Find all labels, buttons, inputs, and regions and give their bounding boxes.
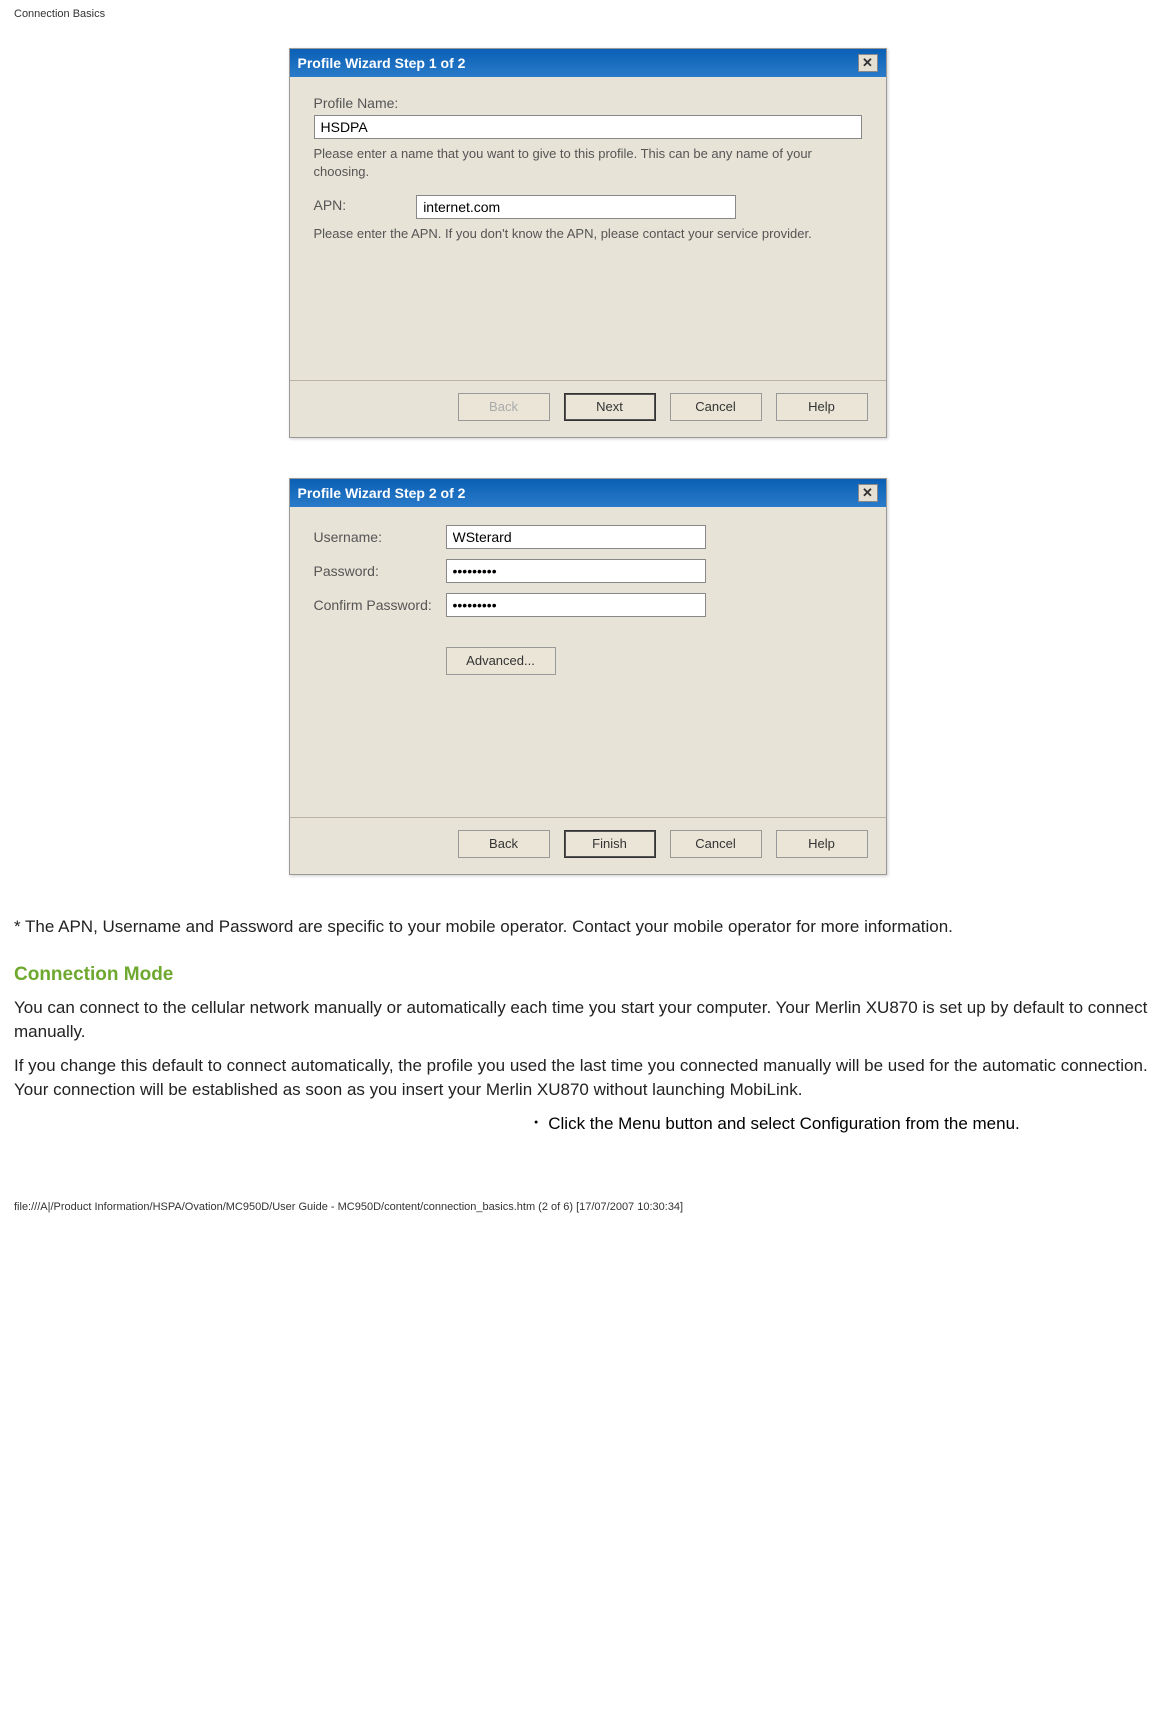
finish-button[interactable]: Finish bbox=[564, 830, 656, 858]
profile-name-hint: Please enter a name that you want to giv… bbox=[314, 145, 862, 181]
username-input[interactable] bbox=[446, 525, 706, 549]
apn-label: APN: bbox=[314, 197, 347, 213]
cancel-button[interactable]: Cancel bbox=[670, 393, 762, 421]
bullet-icon: ● bbox=[534, 1112, 538, 1136]
apn-note: * The APN, Username and Password are spe… bbox=[14, 915, 1161, 939]
next-button[interactable]: Next bbox=[564, 393, 656, 421]
back-button[interactable]: Back bbox=[458, 830, 550, 858]
username-label: Username: bbox=[314, 529, 446, 545]
password-label: Password: bbox=[314, 563, 446, 579]
dialog-title: Profile Wizard Step 2 of 2 bbox=[298, 485, 466, 501]
profile-name-label: Profile Name: bbox=[314, 95, 862, 111]
paragraph: You can connect to the cellular network … bbox=[14, 996, 1161, 1044]
paragraph: If you change this default to connect au… bbox=[14, 1054, 1161, 1102]
help-button[interactable]: Help bbox=[776, 393, 868, 421]
titlebar: Profile Wizard Step 2 of 2 ✕ bbox=[290, 479, 886, 507]
titlebar: Profile Wizard Step 1 of 2 ✕ bbox=[290, 49, 886, 77]
list-item-text: Click the Menu button and select Configu… bbox=[548, 1112, 1020, 1136]
page-footer: file:///A|/Product Information/HSPA/Ovat… bbox=[0, 1141, 1175, 1227]
back-button: Back bbox=[458, 393, 550, 421]
section-title: Connection Mode bbox=[14, 964, 1161, 986]
cancel-button[interactable]: Cancel bbox=[670, 830, 762, 858]
confirm-password-label: Confirm Password: bbox=[314, 597, 446, 613]
apn-hint: Please enter the APN. If you don't know … bbox=[314, 225, 862, 243]
confirm-password-input[interactable] bbox=[446, 593, 706, 617]
profile-wizard-step1: Profile Wizard Step 1 of 2 ✕ Profile Nam… bbox=[289, 48, 887, 438]
advanced-button[interactable]: Advanced... bbox=[446, 647, 556, 675]
apn-input[interactable] bbox=[416, 195, 736, 219]
dialog-title: Profile Wizard Step 1 of 2 bbox=[298, 55, 466, 71]
profile-wizard-step2: Profile Wizard Step 2 of 2 ✕ Username: P… bbox=[289, 478, 887, 875]
page-header: Connection Basics bbox=[0, 0, 1175, 28]
password-input[interactable] bbox=[446, 559, 706, 583]
list-item: ● Click the Menu button and select Confi… bbox=[534, 1112, 1161, 1136]
close-icon[interactable]: ✕ bbox=[858, 484, 878, 502]
profile-name-input[interactable] bbox=[314, 115, 862, 139]
close-icon[interactable]: ✕ bbox=[858, 54, 878, 72]
instruction-list: ● Click the Menu button and select Confi… bbox=[14, 1112, 1161, 1136]
help-button[interactable]: Help bbox=[776, 830, 868, 858]
